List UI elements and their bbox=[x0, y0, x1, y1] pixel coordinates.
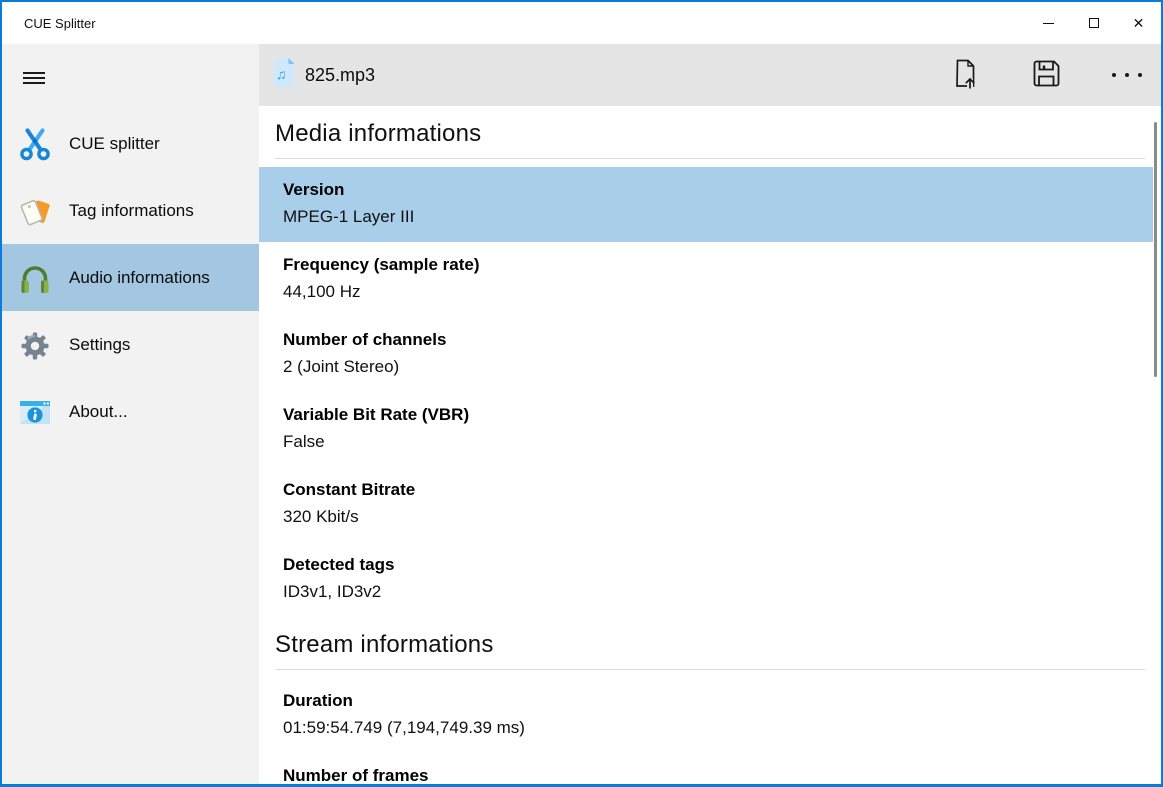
section-divider bbox=[275, 669, 1145, 670]
more-button[interactable] bbox=[1103, 51, 1151, 99]
info-content: Media informations Version MPEG-1 Layer … bbox=[259, 106, 1161, 784]
close-icon: ✕ bbox=[1133, 16, 1145, 30]
row-value: ID3v1, ID3v2 bbox=[283, 580, 1129, 604]
save-button[interactable] bbox=[1022, 51, 1070, 99]
stream-info-list: Duration 01:59:54.749 (7,194,749.39 ms) … bbox=[259, 678, 1161, 784]
maximize-icon bbox=[1089, 18, 1099, 28]
row-label: Number of channels bbox=[283, 328, 1129, 352]
info-icon bbox=[16, 393, 54, 431]
svg-text:♫: ♫ bbox=[276, 66, 287, 82]
sidebar-item-label: Tag informations bbox=[69, 201, 194, 221]
sidebar-item-cue-splitter[interactable]: CUE splitter bbox=[2, 110, 259, 177]
row-label: Constant Bitrate bbox=[283, 478, 1129, 502]
more-icon bbox=[1112, 73, 1142, 77]
info-row-frames[interactable]: Number of frames bbox=[259, 753, 1153, 784]
minimize-button[interactable] bbox=[1026, 2, 1071, 44]
row-label: Frequency (sample rate) bbox=[283, 253, 1129, 277]
sidebar-item-label: About... bbox=[69, 402, 128, 422]
scissors-icon bbox=[16, 125, 54, 163]
sidebar: CUE splitter bbox=[2, 44, 259, 784]
info-row-frequency[interactable]: Frequency (sample rate) 44,100 Hz bbox=[259, 242, 1153, 317]
vertical-scrollbar[interactable] bbox=[1154, 122, 1157, 377]
row-value: 01:59:54.749 (7,194,749.39 ms) bbox=[283, 716, 1129, 740]
row-value: False bbox=[283, 430, 1129, 454]
row-label: Number of frames bbox=[283, 764, 1129, 784]
maximize-button[interactable] bbox=[1071, 2, 1116, 44]
save-icon bbox=[1031, 58, 1062, 92]
command-bar: ♫ 825.mp3 bbox=[259, 44, 1161, 106]
sidebar-item-label: Settings bbox=[69, 335, 130, 355]
main-panel: ♫ 825.mp3 bbox=[259, 44, 1161, 784]
window-controls: ✕ bbox=[1026, 2, 1161, 44]
info-row-tags[interactable]: Detected tags ID3v1, ID3v2 bbox=[259, 542, 1153, 617]
section-heading: Media informations bbox=[275, 120, 1145, 148]
file-name: 825.mp3 bbox=[305, 65, 375, 86]
headphones-icon bbox=[16, 259, 54, 297]
row-label: Variable Bit Rate (VBR) bbox=[283, 403, 1129, 427]
sidebar-item-label: CUE splitter bbox=[69, 134, 160, 154]
row-value: 2 (Joint Stereo) bbox=[283, 355, 1129, 379]
media-info-list: Version MPEG-1 Layer III Frequency (samp… bbox=[259, 167, 1161, 617]
row-label: Duration bbox=[283, 689, 1129, 713]
section-divider bbox=[275, 158, 1145, 159]
current-file: ♫ 825.mp3 bbox=[272, 57, 375, 93]
music-file-icon: ♫ bbox=[272, 57, 296, 93]
sidebar-item-settings[interactable]: Settings bbox=[2, 311, 259, 378]
sidebar-nav: CUE splitter bbox=[2, 110, 259, 445]
hamburger-menu-button[interactable] bbox=[15, 58, 55, 98]
open-file-button[interactable] bbox=[941, 51, 989, 99]
section-heading: Stream informations bbox=[275, 631, 1145, 659]
titlebar: CUE Splitter ✕ bbox=[2, 2, 1161, 44]
row-label: Version bbox=[283, 178, 1129, 202]
row-value: MPEG-1 Layer III bbox=[283, 205, 1129, 229]
open-file-icon bbox=[949, 57, 981, 93]
hamburger-icon bbox=[23, 72, 45, 74]
command-bar-buttons bbox=[908, 51, 1151, 99]
sidebar-item-tag-informations[interactable]: Tag informations bbox=[2, 177, 259, 244]
minimize-icon bbox=[1043, 23, 1054, 24]
row-label: Detected tags bbox=[283, 553, 1129, 577]
row-value: 320 Kbit/s bbox=[283, 505, 1129, 529]
info-row-channels[interactable]: Number of channels 2 (Joint Stereo) bbox=[259, 317, 1153, 392]
app-body: CUE splitter bbox=[2, 44, 1161, 784]
row-value: 44,100 Hz bbox=[283, 280, 1129, 304]
gear-icon bbox=[16, 326, 54, 364]
sidebar-item-about[interactable]: About... bbox=[2, 378, 259, 445]
sidebar-item-audio-informations[interactable]: Audio informations bbox=[2, 244, 259, 311]
tag-icon bbox=[16, 192, 54, 230]
close-button[interactable]: ✕ bbox=[1116, 2, 1161, 44]
info-row-bitrate[interactable]: Constant Bitrate 320 Kbit/s bbox=[259, 467, 1153, 542]
window-title: CUE Splitter bbox=[24, 16, 96, 31]
sidebar-item-label: Audio informations bbox=[69, 268, 210, 288]
info-row-version[interactable]: Version MPEG-1 Layer III bbox=[259, 167, 1153, 242]
info-row-duration[interactable]: Duration 01:59:54.749 (7,194,749.39 ms) bbox=[259, 678, 1153, 753]
app-window: CUE Splitter ✕ bbox=[0, 0, 1163, 787]
info-row-vbr[interactable]: Variable Bit Rate (VBR) False bbox=[259, 392, 1153, 467]
